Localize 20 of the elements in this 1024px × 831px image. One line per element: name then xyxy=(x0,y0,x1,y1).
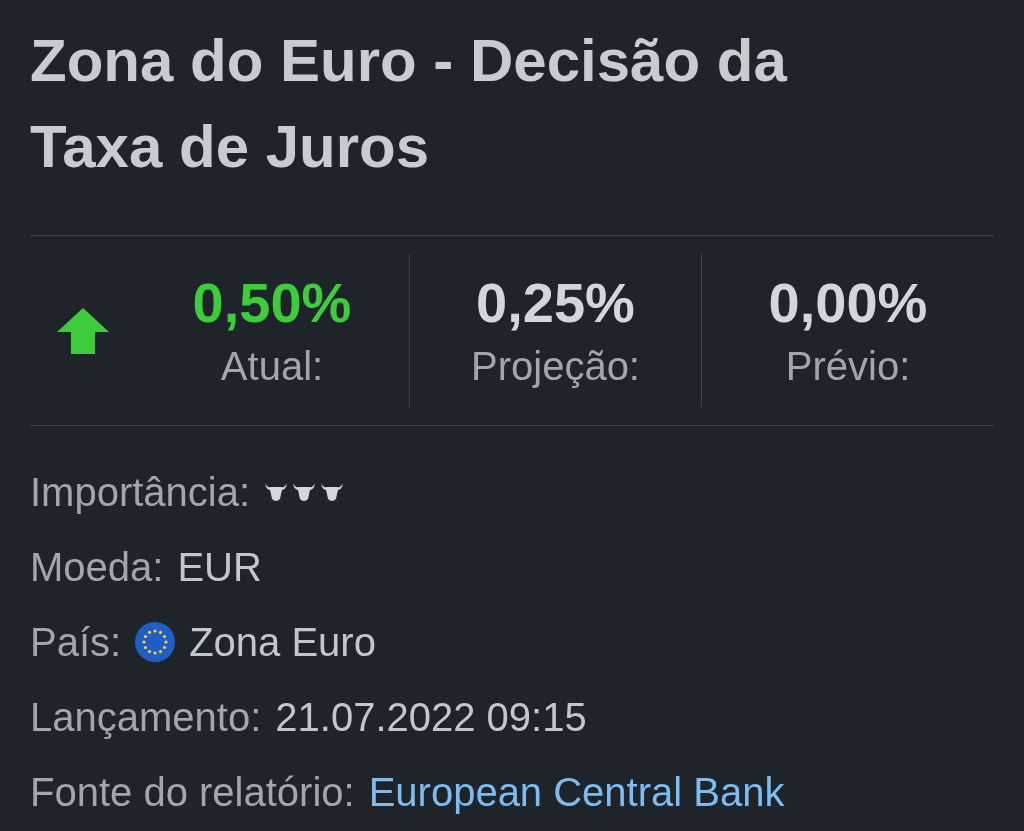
detail-value: Zona Euro xyxy=(189,619,376,666)
detail-label: Fonte do relatório: xyxy=(30,769,355,816)
detail-label: País: xyxy=(30,619,122,666)
detail-label: Importância: xyxy=(30,469,251,516)
stat-value: 0,00% xyxy=(768,269,928,336)
bull-icon xyxy=(292,481,317,503)
eu-flag-icon xyxy=(135,622,176,662)
bull-icon xyxy=(320,481,345,503)
source-link[interactable]: European Central Bank xyxy=(368,768,785,816)
stat-value: 0,25% xyxy=(476,269,635,336)
stat-label: Projeção: xyxy=(471,342,640,390)
detail-label: Lançamento: xyxy=(30,694,262,741)
stat-value: 0,50% xyxy=(192,269,352,336)
page-title: Zona do Euro - Decisão da Taxa de Juros xyxy=(30,26,789,182)
detail-value: EUR xyxy=(177,544,262,591)
stat-label: Atual: xyxy=(220,342,324,390)
detail-value: 21.07.2022 09:15 xyxy=(275,694,587,741)
stat-label: Prévio: xyxy=(785,342,911,390)
detail-label: Moeda: xyxy=(30,544,164,591)
bull-icon xyxy=(264,481,289,503)
